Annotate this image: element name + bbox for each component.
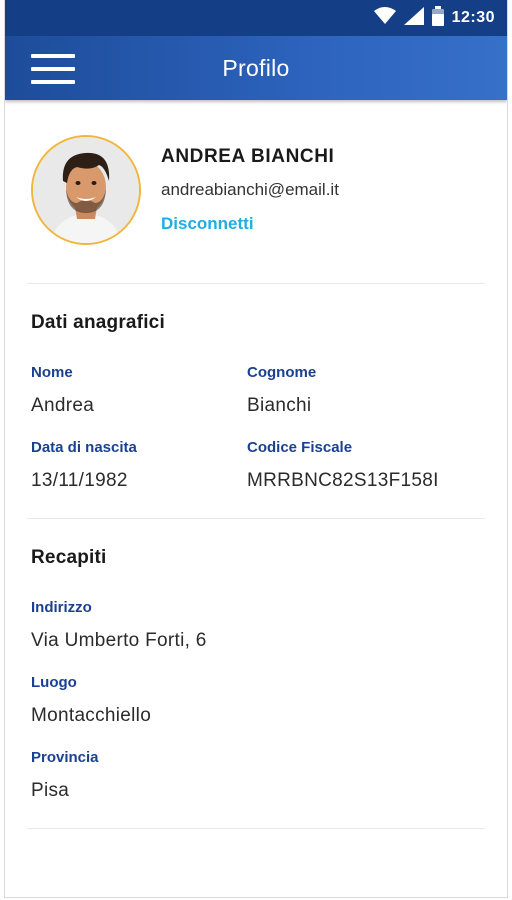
section-recapiti: Recapiti Indirizzo Via Umberto Forti, 6 …	[27, 519, 485, 829]
phone-screen: 12:30 Profilo ANDREA BIANCHI andreabianc…	[4, 0, 508, 898]
field-label: Nome	[31, 364, 73, 381]
field-value: Montacchiello	[31, 705, 152, 726]
field-value: Pisa	[31, 780, 70, 801]
page-title: Profilo	[222, 54, 290, 81]
field-cognome: Cognome Bianchi	[247, 364, 481, 417]
field-label: Provincia	[31, 749, 99, 766]
status-bar: 12:30	[5, 0, 507, 36]
logout-link[interactable]: Disconnetti	[161, 214, 254, 234]
field-luogo: Luogo Montacchiello	[31, 674, 481, 727]
wifi-icon	[373, 6, 396, 30]
battery-icon	[431, 5, 444, 31]
field-value: MRRBNC82S13F158I	[247, 470, 439, 491]
field-label: Luogo	[31, 674, 77, 691]
field-value: Bianchi	[247, 395, 312, 416]
field-value: Via Umberto Forti, 6	[31, 630, 207, 651]
field-value: 13/11/1982	[31, 470, 128, 491]
profile-header: ANDREA BIANCHI andreabianchi@email.it Di…	[27, 100, 485, 284]
field-label: Cognome	[247, 364, 317, 381]
hamburger-menu-icon[interactable]	[31, 54, 75, 84]
field-label: Indirizzo	[31, 599, 92, 616]
app-bar: Profilo	[5, 36, 507, 100]
field-provincia: Provincia Pisa	[31, 749, 481, 802]
profile-email: andreabianchi@email.it	[161, 179, 339, 199]
profile-info: ANDREA BIANCHI andreabianchi@email.it Di…	[161, 146, 339, 234]
field-indirizzo: Indirizzo Via Umberto Forti, 6	[31, 599, 481, 652]
field-codice-fiscale: Codice Fiscale MRRBNC82S13F158I	[247, 439, 481, 492]
anagrafica-fields: Nome Andrea Cognome Bianchi Data di nasc…	[31, 364, 481, 492]
cellular-signal-icon	[403, 6, 424, 30]
status-time: 12:30	[451, 9, 495, 26]
profile-name: ANDREA BIANCHI	[161, 145, 335, 167]
field-nome: Nome Andrea	[31, 364, 247, 417]
section-anagrafica: Dati anagrafici Nome Andrea Cognome Bian…	[27, 284, 485, 519]
recapiti-fields: Indirizzo Via Umberto Forti, 6 Luogo Mon…	[31, 599, 481, 802]
section-title-recapiti: Recapiti	[31, 547, 107, 568]
avatar	[31, 134, 141, 245]
section-title-anagrafica: Dati anagrafici	[31, 312, 165, 333]
field-data-nascita: Data di nascita 13/11/1982	[31, 439, 247, 492]
field-label: Data di nascita	[31, 439, 137, 456]
field-label: Codice Fiscale	[247, 439, 353, 456]
field-value: Andrea	[31, 395, 95, 416]
